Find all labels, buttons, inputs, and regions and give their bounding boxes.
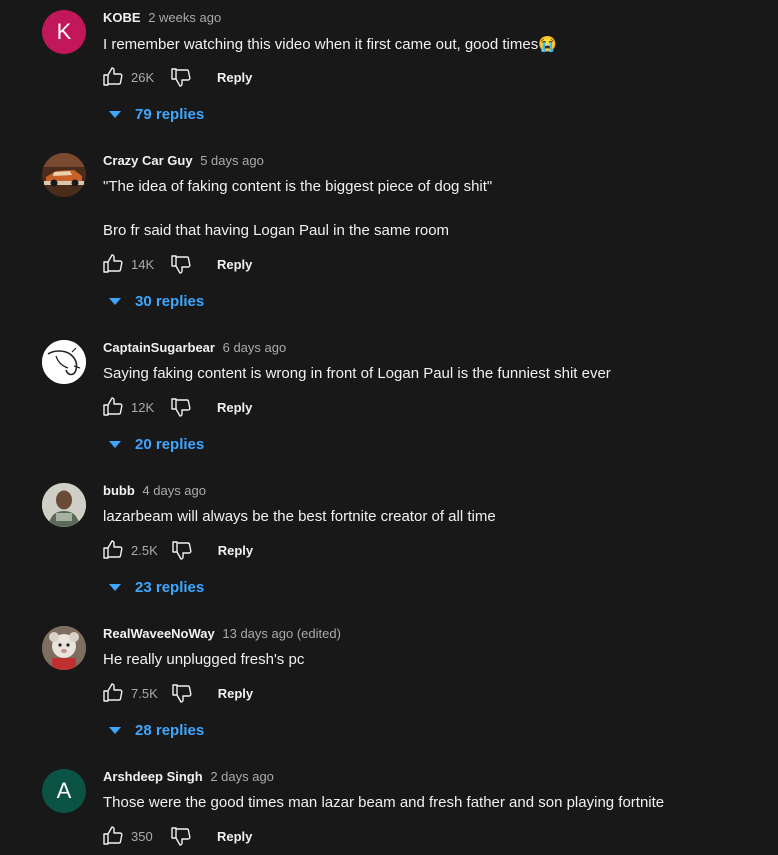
like-count: 7.5K (131, 685, 158, 701)
reply-button[interactable]: Reply (217, 70, 252, 85)
replies-count: 28 replies (135, 722, 205, 739)
comment-text: Those were the good times man lazar beam… (103, 794, 665, 811)
comment-actions: 7.5K Reply (101, 681, 253, 705)
comment-actions: 12K Reply (101, 395, 252, 419)
avatar[interactable]: K (42, 10, 86, 54)
caret-down-icon (109, 111, 121, 118)
thumbs-down-icon[interactable] (169, 824, 193, 848)
thumbs-down-icon[interactable] (170, 681, 194, 705)
comment-text: lazarbeam will always be the best fortni… (103, 508, 496, 525)
comment-time[interactable]: 4 days ago (142, 483, 206, 498)
comment-header: Arshdeep Singh 2 days ago (103, 769, 274, 784)
comment-time[interactable]: 5 days ago (200, 153, 264, 168)
comment-header: Crazy Car Guy 5 days ago (103, 153, 264, 168)
avatar[interactable]: A (42, 769, 86, 813)
like-count: 350 (131, 828, 153, 844)
view-replies-button[interactable]: 23 replies (109, 579, 204, 596)
sketch-avatar[interactable] (42, 340, 86, 384)
reply-button[interactable]: Reply (218, 543, 253, 558)
replies-count: 23 replies (135, 579, 205, 596)
replies-count: 20 replies (135, 436, 205, 453)
comment-text: Bro fr said that having Logan Paul in th… (103, 222, 450, 239)
comment-actions: 26K Reply (101, 65, 252, 89)
comment-header: KOBE 2 weeks ago (103, 10, 221, 25)
like-count: 2.5K (131, 542, 158, 558)
comment-text: "The idea of faking content is the bigge… (103, 178, 493, 195)
avatar-letter: A (56, 778, 72, 803)
replies-count: 30 replies (135, 293, 205, 310)
comment-text: I remember watching this video when it f… (103, 36, 557, 53)
thumbs-up-icon[interactable] (101, 681, 125, 705)
comment-author[interactable]: CaptainSugarbear (103, 340, 215, 355)
comment-author[interactable]: Crazy Car Guy (103, 153, 193, 168)
comment-author[interactable]: RealWaveeNoWay (103, 626, 215, 641)
comment-actions: 350 Reply (101, 824, 252, 848)
comment-header: RealWaveeNoWay 13 days ago (edited) (103, 626, 341, 641)
thumbs-up-icon[interactable] (101, 395, 125, 419)
comment-time[interactable]: 2 weeks ago (148, 10, 221, 25)
caret-down-icon (109, 584, 121, 591)
view-replies-button[interactable]: 28 replies (109, 722, 204, 739)
thumbs-up-icon[interactable] (101, 538, 125, 562)
comment-time[interactable]: 2 days ago (210, 769, 274, 784)
thumbs-up-icon[interactable] (101, 824, 125, 848)
view-replies-button[interactable]: 30 replies (109, 293, 204, 310)
comment-header: CaptainSugarbear 6 days ago (103, 340, 286, 355)
comment-time[interactable]: 6 days ago (223, 340, 287, 355)
caret-down-icon (109, 441, 121, 448)
reply-button[interactable]: Reply (218, 686, 253, 701)
view-replies-button[interactable]: 79 replies (109, 106, 204, 123)
plush-toy-avatar[interactable] (42, 626, 86, 670)
comment-author[interactable]: Arshdeep Singh (103, 769, 203, 784)
comment-actions: 2.5K Reply (101, 538, 253, 562)
replies-count: 79 replies (135, 106, 205, 123)
comment-author[interactable]: bubb (103, 483, 135, 498)
comment-text: Saying faking content is wrong in front … (103, 365, 611, 382)
comment-header: bubb 4 days ago (103, 483, 206, 498)
comment-author[interactable]: KOBE (103, 10, 141, 25)
comment-actions: 14K Reply (101, 252, 252, 276)
comment-text: He really unplugged fresh's pc (103, 651, 305, 668)
comment-time[interactable]: 13 days ago (edited) (222, 626, 341, 641)
avatar-letter: K (56, 19, 72, 44)
reply-button[interactable]: Reply (217, 829, 252, 844)
like-count: 26K (131, 69, 155, 85)
thumbs-down-icon[interactable] (169, 65, 193, 89)
caret-down-icon (109, 727, 121, 734)
thumbs-up-icon[interactable] (101, 252, 125, 276)
like-count: 12K (131, 399, 155, 415)
reply-button[interactable]: Reply (217, 257, 252, 272)
person-photo-avatar[interactable] (42, 483, 86, 527)
caret-down-icon (109, 298, 121, 305)
thumbs-down-icon[interactable] (170, 538, 194, 562)
thumbs-up-icon[interactable] (101, 65, 125, 89)
view-replies-button[interactable]: 20 replies (109, 436, 204, 453)
reply-button[interactable]: Reply (217, 400, 252, 415)
thumbs-down-icon[interactable] (169, 252, 193, 276)
thumbs-down-icon[interactable] (169, 395, 193, 419)
like-count: 14K (131, 256, 155, 272)
car-photo-avatar[interactable] (42, 153, 86, 197)
